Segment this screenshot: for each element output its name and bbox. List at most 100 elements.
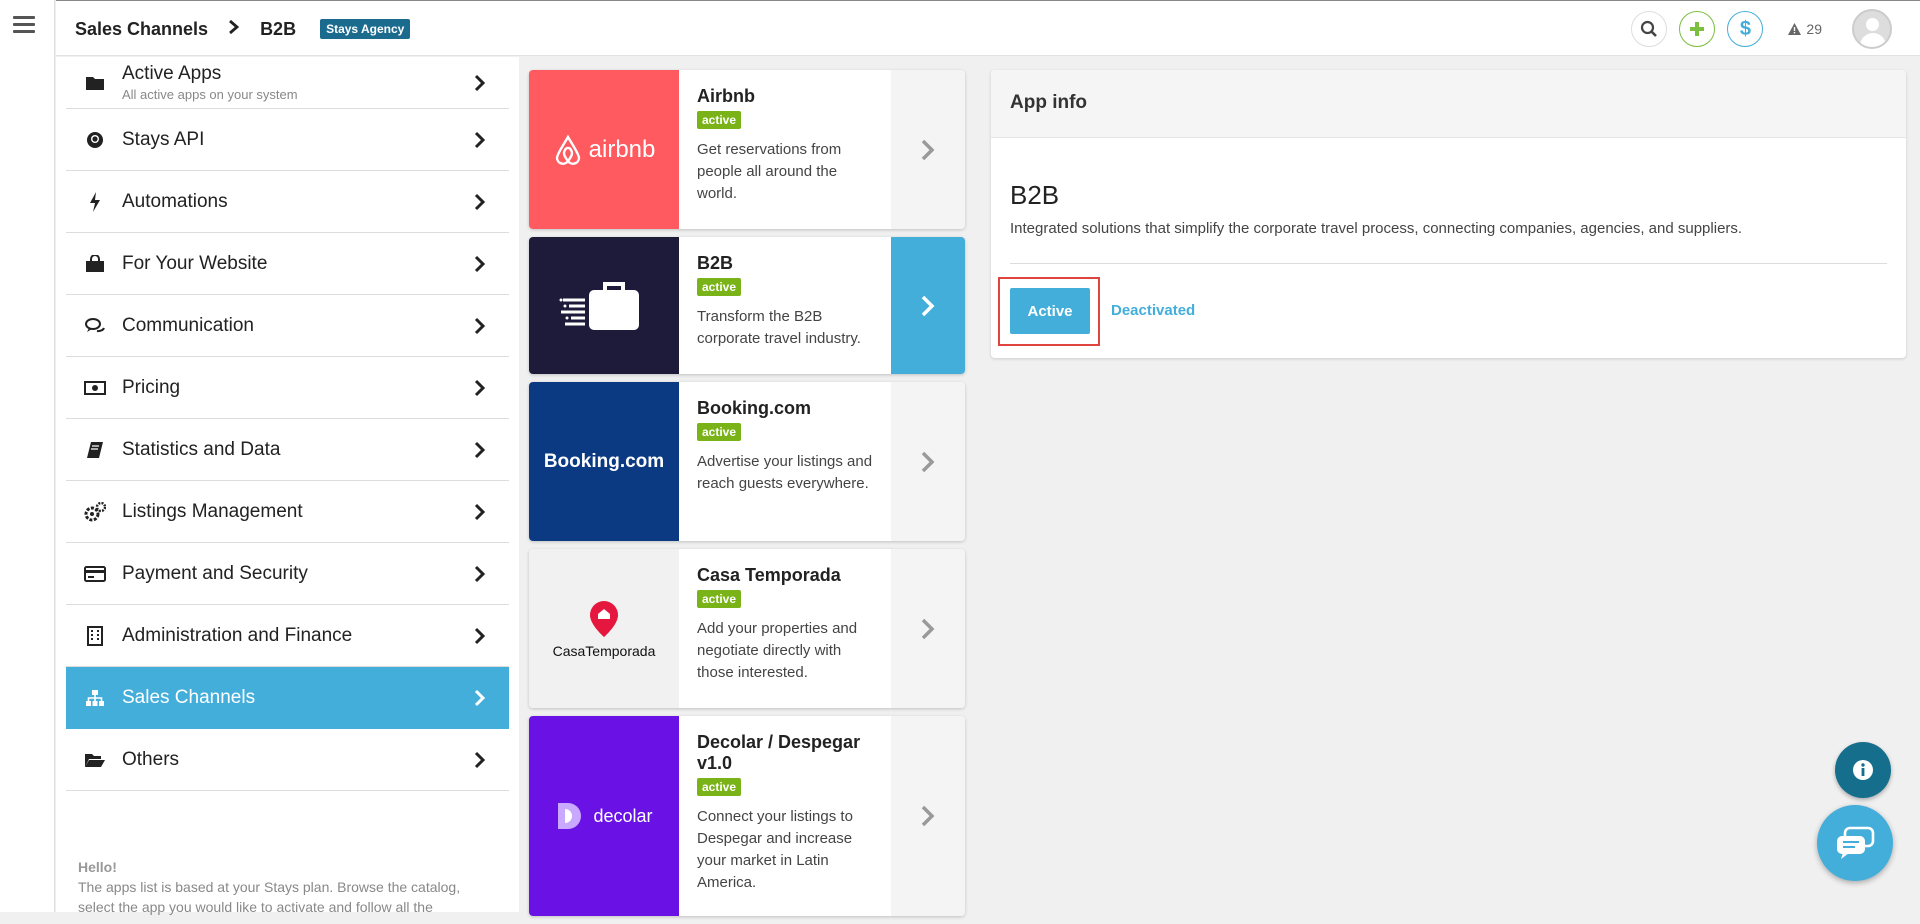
chevron-right-icon (474, 565, 486, 582)
sidebar-item-others[interactable]: Others (66, 729, 509, 791)
chevron-right-icon (474, 74, 486, 91)
status-badge: active (697, 590, 742, 608)
panel-heading: App info (991, 70, 1906, 138)
app-card-list: airbnb Airbnb active Get reservations fr… (529, 70, 965, 924)
decolar-logo-icon (558, 803, 582, 829)
sidebar-item-label: Pricing (122, 376, 181, 398)
sidebar-item-active-apps[interactable]: Active Apps All active apps on your syst… (66, 57, 509, 109)
credit-card-icon (84, 563, 106, 585)
top-bar: Sales Channels B2B Stays Agency $ 29 (56, 0, 1920, 56)
divider (1010, 263, 1887, 264)
hello-text: The apps list is based at your Stays pla… (78, 879, 461, 915)
app-card-airbnb[interactable]: airbnb Airbnb active Get reservations fr… (529, 70, 965, 229)
deactivated-button[interactable]: Deactivated (1111, 302, 1195, 319)
chevron-right-icon (921, 805, 935, 827)
b2b-logo (529, 237, 679, 374)
location-pin-icon (590, 600, 618, 637)
billing-button[interactable]: $ (1727, 11, 1764, 47)
search-button[interactable] (1631, 11, 1668, 47)
open-app-button[interactable] (891, 382, 965, 541)
building-icon (84, 625, 106, 647)
sidebar-item-for-your-website[interactable]: For Your Website (66, 233, 509, 295)
chevron-right-icon (474, 193, 486, 210)
chevron-right-icon (921, 618, 935, 639)
status-badge: active (697, 423, 742, 441)
sidebar-item-sales-channels[interactable]: Sales Channels (66, 667, 509, 729)
chevron-right-icon (921, 451, 935, 472)
info-icon (1853, 760, 1873, 780)
app-card-casa-temporada[interactable]: CasaTemporada Casa Temporada active Add … (529, 549, 965, 708)
sidebar-item-label: Listings Management (122, 500, 303, 522)
sitemap-icon (84, 687, 106, 709)
sidebar-item-label: Payment and Security (122, 562, 308, 584)
briefcase-icon (559, 281, 639, 330)
app-name: Booking.com (697, 398, 812, 418)
open-app-button[interactable] (891, 549, 965, 708)
app-name: Airbnb (697, 86, 755, 106)
bolt-icon (84, 191, 106, 213)
app-info-panel: App info B2B Integrated solutions that s… (991, 70, 1906, 358)
sidebar-item-pricing[interactable]: Pricing (66, 357, 509, 419)
sidebar-item-sublabel: All active apps on your system (122, 87, 298, 102)
sidebar-item-label: Communication (122, 314, 254, 336)
sidebar-item-label: Others (122, 748, 180, 770)
chevron-right-icon (474, 131, 486, 148)
decolar-logo: decolar (529, 716, 679, 916)
chat-button[interactable] (1817, 805, 1893, 881)
sidebar-item-label: Automations (122, 190, 228, 212)
chevron-right-icon (474, 503, 486, 520)
app-description: Add your properties and negotiate direct… (697, 620, 858, 681)
status-badge: active (697, 278, 742, 296)
active-button[interactable]: Active (1010, 288, 1090, 334)
app-card-booking[interactable]: Booking.com Booking.com active Advertise… (529, 382, 965, 541)
airbnb-logo-icon (555, 134, 580, 165)
info-button[interactable] (1835, 742, 1891, 798)
chevron-right-icon (474, 751, 486, 768)
chevron-right-icon (474, 255, 486, 272)
sidebar-item-automations[interactable]: Automations (66, 171, 509, 233)
sidebar-item-administration-and-finance[interactable]: Administration and Finance (66, 605, 509, 667)
hello-note: Hello! The apps list is based at your St… (78, 857, 498, 917)
search-icon (1641, 20, 1658, 37)
booking-logo: Booking.com (529, 382, 679, 541)
sidebar-item-listings-management[interactable]: Listings Management (66, 481, 509, 543)
app-description: Get reservations from people all around … (697, 141, 842, 202)
chat-bubbles-icon (84, 315, 106, 337)
hamburger-menu-icon[interactable] (13, 16, 35, 36)
sidebar-item-communication[interactable]: Communication (66, 295, 509, 357)
breadcrumb: Sales Channels B2B Stays Agency (75, 1, 411, 57)
app-description: Advertise your listings and reach guests… (697, 453, 873, 492)
app-card-decolar[interactable]: decolar Decolar / Despegar v1.0 active C… (529, 716, 965, 916)
sidebar-item-statistics-and-data[interactable]: Statistics and Data (66, 419, 509, 481)
sidebar-item-label: For Your Website (122, 252, 268, 274)
sidebar-item-payment-and-security[interactable]: Payment and Security (66, 543, 509, 605)
sidebar-item-stays-api[interactable]: Stays API (66, 109, 509, 171)
status-badge: active (697, 778, 742, 796)
open-app-button[interactable] (891, 716, 965, 916)
open-app-button[interactable] (891, 70, 965, 229)
app-info-title: B2B (1010, 180, 1060, 210)
app-name: Decolar / Despegar v1.0 (697, 732, 861, 773)
breadcrumb-item-sales-channels[interactable]: Sales Channels (75, 19, 208, 40)
status-badge: active (697, 111, 742, 129)
app-name: Casa Temporada (697, 565, 841, 585)
alerts-indicator[interactable]: 29 (1787, 21, 1822, 37)
app-card-b2b[interactable]: B2B active Transform the B2B corporate t… (529, 237, 965, 374)
chevron-right-icon (474, 379, 486, 396)
user-avatar[interactable] (1852, 9, 1892, 49)
app-name: B2B (697, 253, 734, 273)
casa-temporada-logo: CasaTemporada (529, 549, 679, 708)
sidebar-item-label: Sales Channels (122, 686, 256, 708)
chevron-right-icon (474, 317, 486, 334)
plus-icon (1690, 22, 1705, 36)
open-app-button[interactable] (891, 237, 965, 374)
chevron-right-icon (921, 139, 935, 160)
gears-icon (84, 501, 106, 523)
booking-logo-text: Booking.com (543, 450, 665, 472)
add-button[interactable] (1679, 11, 1716, 47)
warning-icon (1788, 23, 1802, 35)
sidebar-item-label: Administration and Finance (122, 624, 353, 646)
app-description: Transform the B2B corporate travel indus… (697, 308, 861, 347)
chevron-right-icon (474, 689, 486, 706)
breadcrumb-separator-icon (228, 19, 240, 40)
